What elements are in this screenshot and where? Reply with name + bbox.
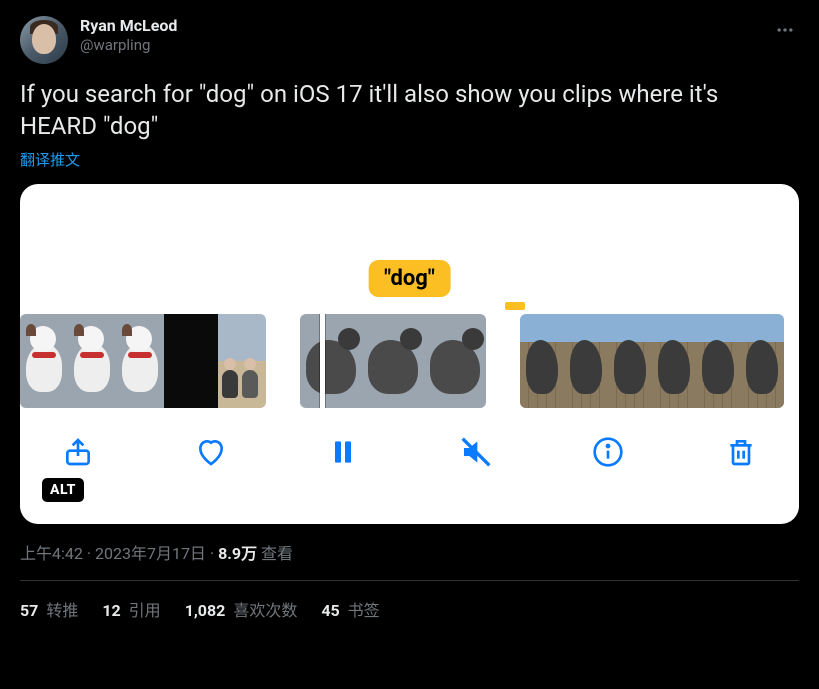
more-button[interactable]	[771, 16, 799, 48]
tweet-time[interactable]: 上午4:42	[20, 544, 83, 563]
alt-badge[interactable]: ALT	[42, 478, 84, 502]
caption-bubble: "dog"	[368, 260, 451, 297]
tweet-text: If you search for "dog" on iOS 17 it'll …	[20, 78, 799, 143]
timeline-frame	[696, 314, 740, 408]
clip-group-2-active[interactable]	[300, 314, 486, 408]
share-button[interactable]	[58, 432, 98, 472]
user-info: Ryan McLeod @warpling	[80, 16, 177, 55]
retweets-stat[interactable]: 57 转推	[20, 597, 78, 621]
pause-icon	[327, 436, 359, 468]
like-button[interactable]	[191, 432, 231, 472]
media-card[interactable]: "dog"	[20, 184, 799, 524]
media-preview-area: "dog"	[20, 184, 799, 314]
timeline-frame	[520, 314, 564, 408]
timeline-frame	[740, 314, 784, 408]
display-name[interactable]: Ryan McLeod	[80, 16, 177, 36]
views-label: 查看	[257, 544, 293, 563]
tweet-stats: 57 转推 12 引用 1,082 喜欢次数 45 书签	[20, 581, 799, 621]
clip-group-3[interactable]	[520, 314, 784, 408]
share-icon	[62, 436, 94, 468]
timeline-frame	[20, 314, 68, 408]
views-count[interactable]: 8.9万	[218, 544, 257, 563]
tweet-container: Ryan McLeod @warpling If you search for …	[0, 0, 819, 637]
timeline-frame	[68, 314, 116, 408]
mute-button[interactable]	[456, 432, 496, 472]
more-icon	[775, 20, 795, 40]
pause-button[interactable]	[323, 432, 363, 472]
timeline-frame	[300, 314, 362, 408]
timeline-frame	[652, 314, 696, 408]
user-handle[interactable]: @warpling	[80, 36, 177, 55]
quotes-stat[interactable]: 12 引用	[102, 597, 160, 621]
trash-button[interactable]	[721, 432, 761, 472]
tweet-meta: 上午4:42 · 2023年7月17日 · 8.9万 查看	[20, 540, 799, 564]
bookmarks-stat[interactable]: 45 书签	[321, 597, 379, 621]
info-icon	[592, 436, 624, 468]
tweet-header: Ryan McLeod @warpling	[20, 16, 799, 64]
clip-group-1[interactable]	[20, 314, 266, 408]
timeline-frame	[564, 314, 608, 408]
timeline-frame	[218, 314, 266, 408]
timeline-frame	[424, 314, 486, 408]
video-timeline[interactable]	[20, 314, 799, 408]
trash-icon	[725, 436, 757, 468]
likes-stat[interactable]: 1,082 喜欢次数	[185, 597, 298, 621]
info-button[interactable]	[588, 432, 628, 472]
mute-icon	[460, 436, 492, 468]
playhead[interactable]	[320, 314, 325, 408]
timeline-frame	[116, 314, 164, 408]
timeline-frame	[608, 314, 652, 408]
media-toolbar	[20, 408, 799, 472]
tweet-date[interactable]: 2023年7月17日	[95, 544, 206, 563]
timeline-frame	[362, 314, 424, 408]
translate-link[interactable]: 翻译推文	[20, 149, 80, 170]
timeline-frame	[164, 314, 218, 408]
avatar[interactable]	[20, 16, 68, 64]
caption-marker	[505, 302, 525, 310]
heart-icon	[195, 436, 227, 468]
